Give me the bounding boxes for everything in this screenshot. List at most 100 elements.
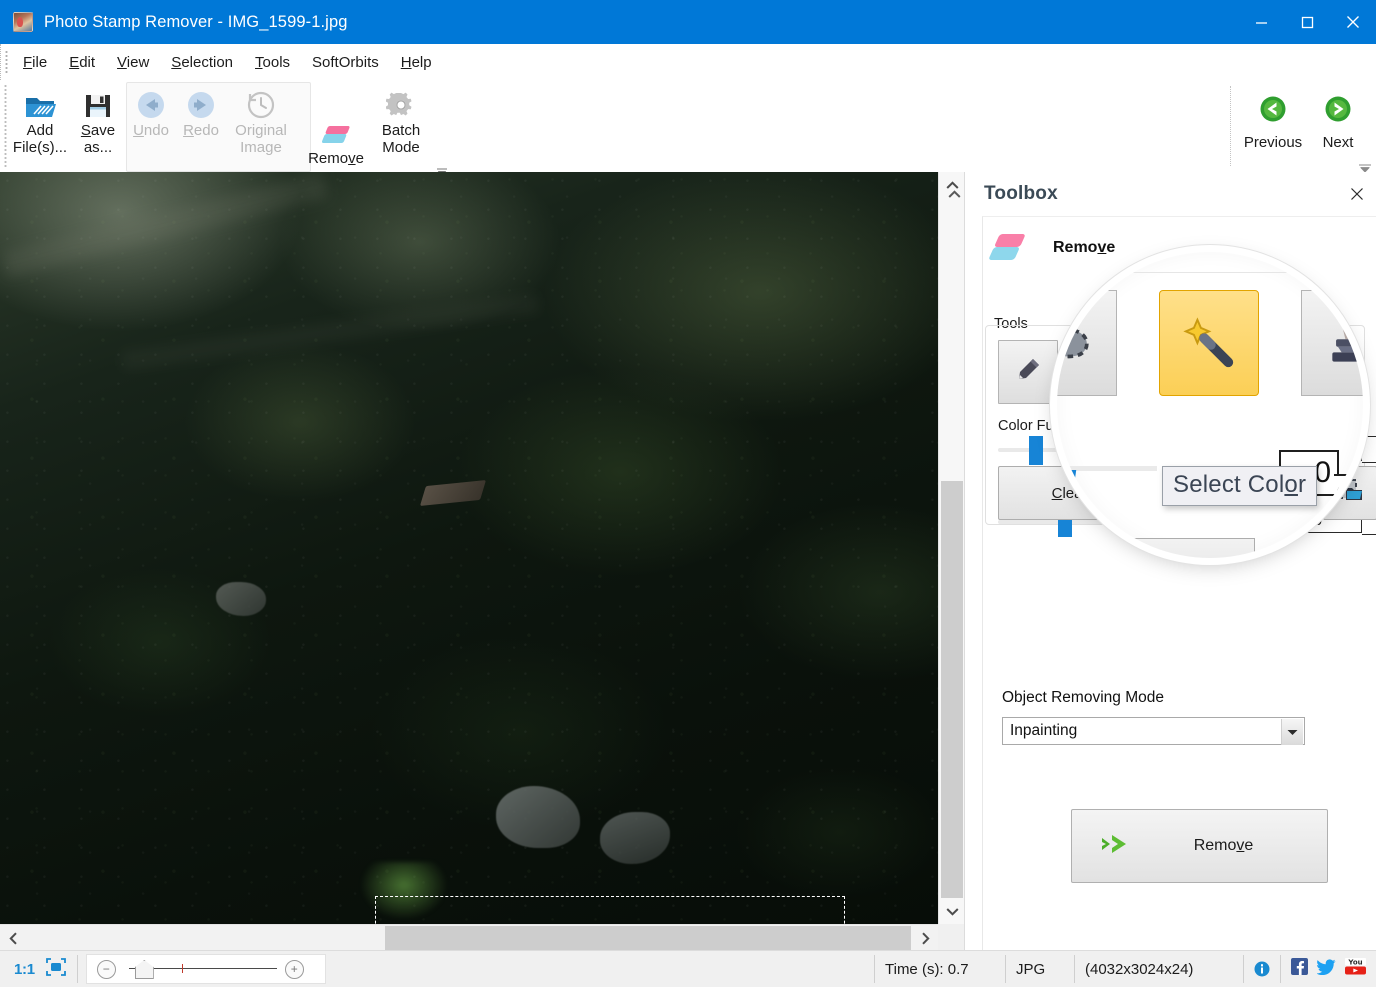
previous-label: Previous bbox=[1243, 134, 1303, 151]
vertical-scrollbar[interactable] bbox=[938, 172, 965, 931]
magnified-dilate-thumb[interactable] bbox=[1057, 470, 1077, 516]
original-image-label-1: Original bbox=[235, 122, 287, 139]
scroll-corner bbox=[938, 924, 964, 950]
add-files-icon bbox=[24, 84, 56, 120]
zoom-ratio-label: 1:1 bbox=[14, 960, 35, 978]
remove-action-button[interactable]: Remove bbox=[1071, 809, 1328, 883]
maximize-button[interactable] bbox=[1284, 0, 1330, 44]
history-clock-icon bbox=[246, 84, 276, 120]
close-button[interactable] bbox=[1330, 0, 1376, 44]
save-as-label-1: Save bbox=[80, 122, 116, 139]
horizontal-scrollbar[interactable] bbox=[0, 924, 938, 951]
menu-item-tools[interactable]: Tools bbox=[245, 50, 300, 75]
object-removing-mode-select[interactable]: Inpainting bbox=[1002, 717, 1305, 745]
menu-item-file[interactable]: FFileile bbox=[13, 50, 57, 75]
toolbox-collapse-icon[interactable] bbox=[941, 181, 967, 207]
app-photo-icon bbox=[13, 12, 33, 32]
magnified-magic-wand-tool[interactable] bbox=[1159, 290, 1259, 396]
toolbox-title: Toolbox bbox=[984, 183, 1058, 204]
toolbar-drag-grip[interactable] bbox=[4, 84, 7, 168]
facebook-icon[interactable] bbox=[1291, 958, 1308, 980]
previous-arrow-icon bbox=[1259, 94, 1287, 124]
window-controls bbox=[1238, 0, 1376, 44]
zoom-slider-widget[interactable]: − + bbox=[85, 954, 326, 984]
add-files-label-1: Add bbox=[26, 122, 54, 139]
select-color-tooltip: Select Color bbox=[1162, 466, 1318, 506]
batch-mode-label-1: Batch bbox=[381, 122, 421, 139]
fit-to-window-icon[interactable] bbox=[45, 957, 67, 981]
ribbon-collapse-icon[interactable] bbox=[1358, 160, 1371, 173]
scroll-down-button[interactable] bbox=[939, 898, 965, 924]
social-links: You bbox=[1281, 958, 1376, 980]
menu-drag-grip[interactable] bbox=[5, 50, 8, 74]
save-as-button[interactable]: Save as... bbox=[74, 84, 122, 168]
undo-label: Undo bbox=[133, 122, 169, 139]
next-arrow-icon bbox=[1324, 94, 1352, 124]
toolbox-close-icon[interactable] bbox=[1343, 181, 1371, 207]
toolbox-header: Toolbox bbox=[947, 172, 1376, 216]
svg-text:You: You bbox=[1347, 958, 1362, 966]
vertical-scroll-thumb[interactable] bbox=[941, 481, 963, 931]
batch-mode-label-2: Mode bbox=[382, 138, 420, 156]
menu-item-view[interactable]: View bbox=[107, 50, 159, 75]
eraser-icon bbox=[987, 229, 1031, 267]
add-files-label-2: File(s)... bbox=[12, 138, 68, 156]
batch-mode-button[interactable]: Batch Mode bbox=[372, 84, 430, 168]
status-bar: 1:1 − + Time (s): 0.7 JPG (4032x3024x24)… bbox=[0, 950, 1376, 987]
image-canvas[interactable]: SHOT ON MI 9T AI TRIPLE CAMERA bbox=[0, 172, 938, 924]
undo-button[interactable]: Undo bbox=[128, 84, 174, 168]
next-label: Next bbox=[1322, 134, 1354, 151]
menu-item-help[interactable]: Help bbox=[391, 50, 442, 75]
minimize-button[interactable] bbox=[1238, 0, 1284, 44]
selection-rectangle[interactable] bbox=[375, 896, 845, 924]
time-status: Time (s): 0.7 bbox=[885, 960, 969, 978]
zoom-out-icon[interactable]: − bbox=[96, 959, 116, 979]
menu-item-softorbits[interactable]: SoftOrbits bbox=[302, 50, 389, 75]
magnifier-lens: 0 ear Selection bbox=[1057, 252, 1363, 558]
green-arrow-icon bbox=[1100, 831, 1134, 862]
pencil-icon bbox=[1013, 355, 1043, 390]
magnified-tool-row bbox=[1057, 290, 1363, 396]
magnified-clear-selection[interactable]: ear Selection bbox=[1057, 538, 1255, 558]
horizontal-scroll-thumb[interactable] bbox=[385, 926, 911, 950]
original-image-button[interactable]: Original Image bbox=[228, 84, 294, 168]
zoom-ratio[interactable]: 1:1 bbox=[0, 951, 77, 987]
menu-bar: FFileile Edit View Selection Tools SoftO… bbox=[0, 44, 1376, 80]
menu-item-edit[interactable]: Edit bbox=[59, 50, 105, 75]
next-button[interactable]: Next bbox=[1312, 84, 1364, 178]
remove-toolbar-label: Remove bbox=[308, 150, 364, 168]
info-button[interactable] bbox=[1244, 951, 1280, 987]
chevron-down-icon[interactable] bbox=[1281, 719, 1303, 745]
window-title: Photo Stamp Remover - IMG_1599-1.jpg bbox=[44, 12, 348, 31]
remove-toolbar-button[interactable]: Remove bbox=[302, 84, 370, 178]
redo-button[interactable]: Redo bbox=[178, 84, 224, 168]
eraser-icon bbox=[319, 112, 353, 146]
redo-icon bbox=[186, 84, 216, 120]
color-fuzziness-spinner[interactable] bbox=[1362, 436, 1376, 463]
gear-icon bbox=[386, 84, 416, 120]
format-status: JPG bbox=[1016, 960, 1046, 978]
pencil-tool-button[interactable] bbox=[998, 340, 1058, 404]
magnified-dilate-spinner[interactable] bbox=[1334, 474, 1362, 530]
previous-button[interactable]: Previous bbox=[1240, 84, 1306, 178]
color-fuzziness-thumb[interactable] bbox=[1029, 436, 1043, 465]
scroll-right-button[interactable] bbox=[912, 925, 938, 951]
horizontal-scroll-track[interactable] bbox=[26, 925, 912, 951]
twitter-icon[interactable] bbox=[1316, 958, 1336, 980]
zoom-slider-handle[interactable] bbox=[134, 960, 154, 979]
youtube-icon[interactable]: You bbox=[1345, 958, 1366, 980]
magnified-group-border bbox=[1057, 272, 1363, 273]
add-files-button[interactable]: Add File(s)... bbox=[12, 84, 68, 168]
magnified-stamp-tool[interactable] bbox=[1301, 290, 1363, 396]
magnifier-content: 0 ear Selection bbox=[1057, 252, 1363, 558]
scroll-left-button[interactable] bbox=[0, 925, 26, 951]
zoom-slider-tick bbox=[181, 964, 183, 973]
magnified-lasso-tool[interactable] bbox=[1057, 290, 1117, 396]
object-removing-mode-label: Object Removing Mode bbox=[1002, 689, 1164, 706]
photo-texture bbox=[0, 172, 938, 924]
redo-label: Redo bbox=[183, 122, 219, 139]
menu-item-selection[interactable]: Selection bbox=[161, 50, 243, 75]
status-divider bbox=[76, 955, 78, 983]
zoom-in-icon[interactable]: + bbox=[284, 959, 304, 979]
vertical-scroll-track[interactable] bbox=[939, 198, 965, 931]
